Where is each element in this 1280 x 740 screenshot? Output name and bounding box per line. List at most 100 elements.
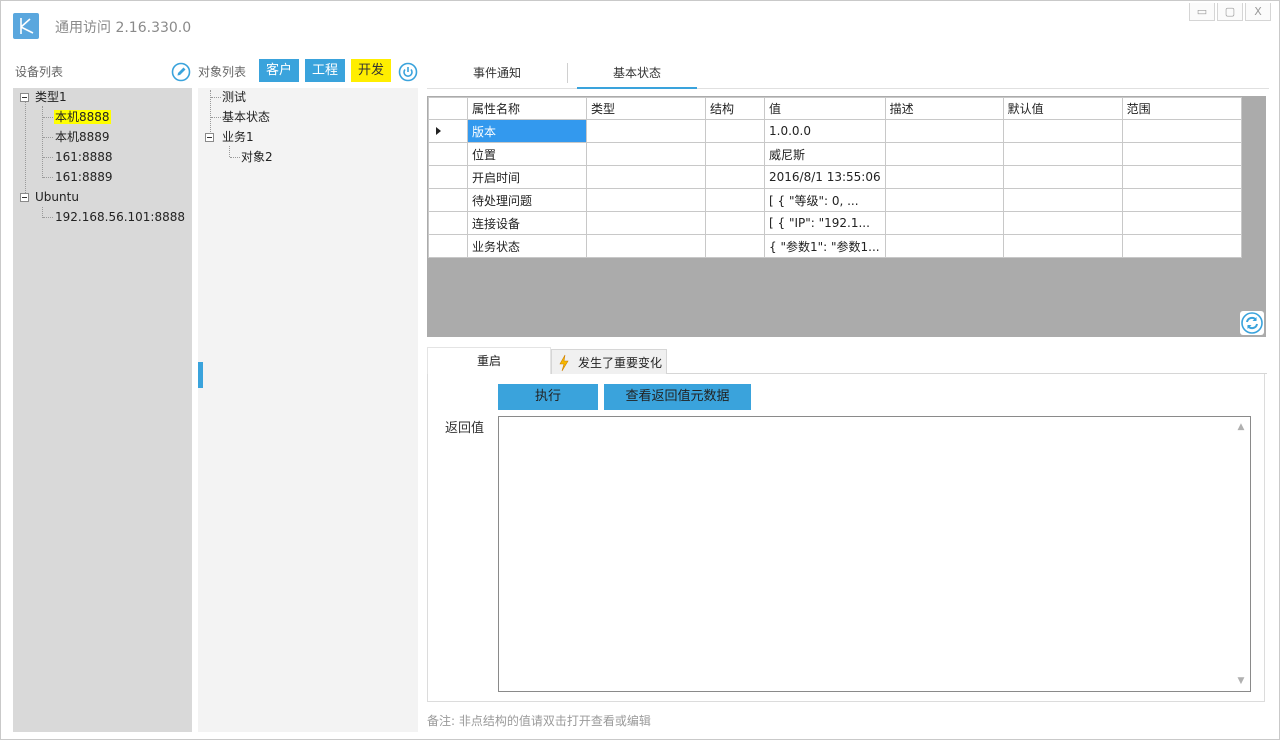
close-button[interactable]: X bbox=[1245, 3, 1271, 21]
table-row[interactable]: 位置 威尼斯 bbox=[428, 142, 1242, 166]
edit-icon[interactable] bbox=[171, 62, 191, 82]
table-cell[interactable] bbox=[586, 119, 706, 143]
row-selector[interactable] bbox=[428, 211, 468, 235]
table-cell[interactable] bbox=[884, 142, 1004, 166]
column-header[interactable]: 值 bbox=[764, 97, 886, 120]
table-cell[interactable]: 1.0.0.0 bbox=[764, 119, 886, 143]
table-cell[interactable] bbox=[1002, 211, 1123, 235]
table-cell[interactable] bbox=[884, 234, 1004, 258]
table-cell[interactable] bbox=[1002, 119, 1123, 143]
table-cell[interactable] bbox=[1121, 119, 1242, 143]
device-name: 本机8888 bbox=[54, 110, 111, 124]
table-cell[interactable]: [ { "等级": 0, ... bbox=[764, 188, 886, 212]
table-cell[interactable] bbox=[1002, 188, 1123, 212]
column-header[interactable]: 属性名称 bbox=[467, 97, 587, 120]
table-cell[interactable]: 开启时间 bbox=[467, 165, 587, 189]
develop-button[interactable]: 开发 bbox=[351, 59, 391, 82]
table-cell[interactable] bbox=[1121, 234, 1242, 258]
table-cell[interactable]: { "参数1": "参数1... bbox=[764, 234, 886, 258]
column-header[interactable]: 默认值 bbox=[1002, 97, 1123, 120]
row-selector[interactable] bbox=[428, 142, 468, 166]
row-selector[interactable] bbox=[428, 188, 468, 212]
refresh-icon[interactable] bbox=[1240, 311, 1264, 335]
table-cell[interactable] bbox=[1121, 142, 1242, 166]
table-row[interactable]: 待处理问题 [ { "等级": 0, ... bbox=[428, 188, 1242, 212]
table-cell[interactable] bbox=[1121, 165, 1242, 189]
table-cell[interactable] bbox=[884, 188, 1004, 212]
tree-item-device[interactable]: 本机8889 bbox=[55, 128, 110, 146]
table-cell[interactable] bbox=[1121, 211, 1242, 235]
tab-event-notification[interactable]: 事件通知 bbox=[427, 59, 567, 89]
table-cell[interactable] bbox=[705, 211, 765, 235]
restore-button[interactable]: ▢ bbox=[1217, 3, 1243, 21]
customer-button[interactable]: 客户 bbox=[259, 59, 299, 82]
tree-item-object[interactable]: 基本状态 bbox=[222, 108, 270, 126]
tree-item-object[interactable]: 测试 bbox=[222, 88, 246, 106]
table-cell[interactable] bbox=[1002, 142, 1123, 166]
execute-button[interactable]: 执行 bbox=[498, 384, 598, 410]
tab-basic-status[interactable]: 基本状态 bbox=[577, 59, 697, 89]
table-row[interactable]: 连接设备 [ { "IP": "192.1... bbox=[428, 211, 1242, 235]
tab-restart[interactable]: 重启 bbox=[427, 347, 551, 374]
scroll-up-icon[interactable]: ▲ bbox=[1236, 423, 1246, 432]
table-cell[interactable] bbox=[586, 211, 706, 235]
table-cell[interactable] bbox=[884, 119, 1004, 143]
power-icon[interactable] bbox=[398, 62, 418, 82]
tree-item-device[interactable]: 本机8888 bbox=[54, 108, 111, 126]
table-cell[interactable] bbox=[586, 165, 706, 189]
return-value-textarea[interactable]: ▲ ▼ bbox=[498, 416, 1251, 692]
table-cell[interactable] bbox=[705, 165, 765, 189]
tree-item-device[interactable]: 192.168.56.101:8888 bbox=[55, 208, 185, 226]
column-header[interactable]: 结构 bbox=[705, 97, 765, 120]
view-return-metadata-button[interactable]: 查看返回值元数据 bbox=[604, 384, 751, 410]
table-cell[interactable] bbox=[705, 119, 765, 143]
table-cell[interactable] bbox=[1002, 165, 1123, 189]
table-cell[interactable]: 业务状态 bbox=[467, 234, 587, 258]
table-cell[interactable] bbox=[586, 142, 706, 166]
tree-item-object[interactable]: 对象2 bbox=[241, 148, 273, 166]
column-header[interactable]: 描述 bbox=[884, 97, 1004, 120]
collapse-icon[interactable] bbox=[20, 193, 29, 202]
row-selector[interactable] bbox=[428, 165, 468, 189]
table-cell[interactable]: 待处理问题 bbox=[467, 188, 587, 212]
panel-splitter[interactable] bbox=[198, 362, 203, 388]
table-cell[interactable]: 版本 bbox=[467, 119, 587, 143]
table-row[interactable]: 开启时间 2016/8/1 13:55:06 bbox=[428, 165, 1242, 189]
table-cell[interactable]: 连接设备 bbox=[467, 211, 587, 235]
table-cell[interactable]: 威尼斯 bbox=[764, 142, 886, 166]
tree-item-device[interactable]: 161:8888 bbox=[55, 148, 113, 166]
minimize-button[interactable]: ▭ bbox=[1189, 3, 1215, 21]
tree-item-device[interactable]: 161:8889 bbox=[55, 168, 113, 186]
engineering-button[interactable]: 工程 bbox=[305, 59, 345, 82]
table-cell[interactable] bbox=[705, 188, 765, 212]
scroll-down-icon[interactable]: ▼ bbox=[1236, 677, 1246, 686]
table-cell[interactable] bbox=[586, 188, 706, 212]
table-cell[interactable] bbox=[884, 211, 1004, 235]
table-cell[interactable] bbox=[1002, 234, 1123, 258]
collapse-icon[interactable] bbox=[20, 93, 29, 102]
table-cell[interactable] bbox=[884, 165, 1004, 189]
tree-group-ubuntu[interactable]: Ubuntu bbox=[35, 188, 79, 206]
table-cell[interactable] bbox=[586, 234, 706, 258]
tree-group-type1[interactable]: 类型1 bbox=[35, 88, 67, 106]
table-cell[interactable]: [ { "IP": "192.1... bbox=[764, 211, 886, 235]
tree-group-business[interactable]: 业务1 bbox=[222, 128, 254, 146]
table-cell[interactable]: 2016/8/1 13:55:06 bbox=[764, 165, 886, 189]
top-tabs: 事件通知 基本状态 bbox=[427, 59, 1269, 89]
device-list-label: 设备列表 bbox=[15, 65, 64, 79]
table-cell[interactable] bbox=[1121, 188, 1242, 212]
table-cell[interactable] bbox=[705, 142, 765, 166]
property-table: 属性名称 类型 结构 值 描述 默认值 范围 版本 1.0.0.0 位置 威尼斯… bbox=[428, 97, 1242, 258]
table-cell[interactable]: 位置 bbox=[467, 142, 587, 166]
return-value-label: 返回值 bbox=[445, 421, 485, 436]
table-cell[interactable] bbox=[705, 234, 765, 258]
row-selector[interactable] bbox=[428, 234, 468, 258]
table-row[interactable]: 业务状态 { "参数1": "参数1... bbox=[428, 234, 1242, 258]
collapse-icon[interactable] bbox=[205, 133, 214, 142]
table-row[interactable]: 版本 1.0.0.0 bbox=[428, 119, 1242, 143]
column-header[interactable]: 范围 bbox=[1121, 97, 1242, 120]
object-list-label: 对象列表 bbox=[198, 65, 247, 79]
row-selector[interactable] bbox=[428, 119, 468, 143]
tab-important-change[interactable]: 发生了重要变化 bbox=[551, 349, 667, 376]
column-header[interactable]: 类型 bbox=[586, 97, 706, 120]
